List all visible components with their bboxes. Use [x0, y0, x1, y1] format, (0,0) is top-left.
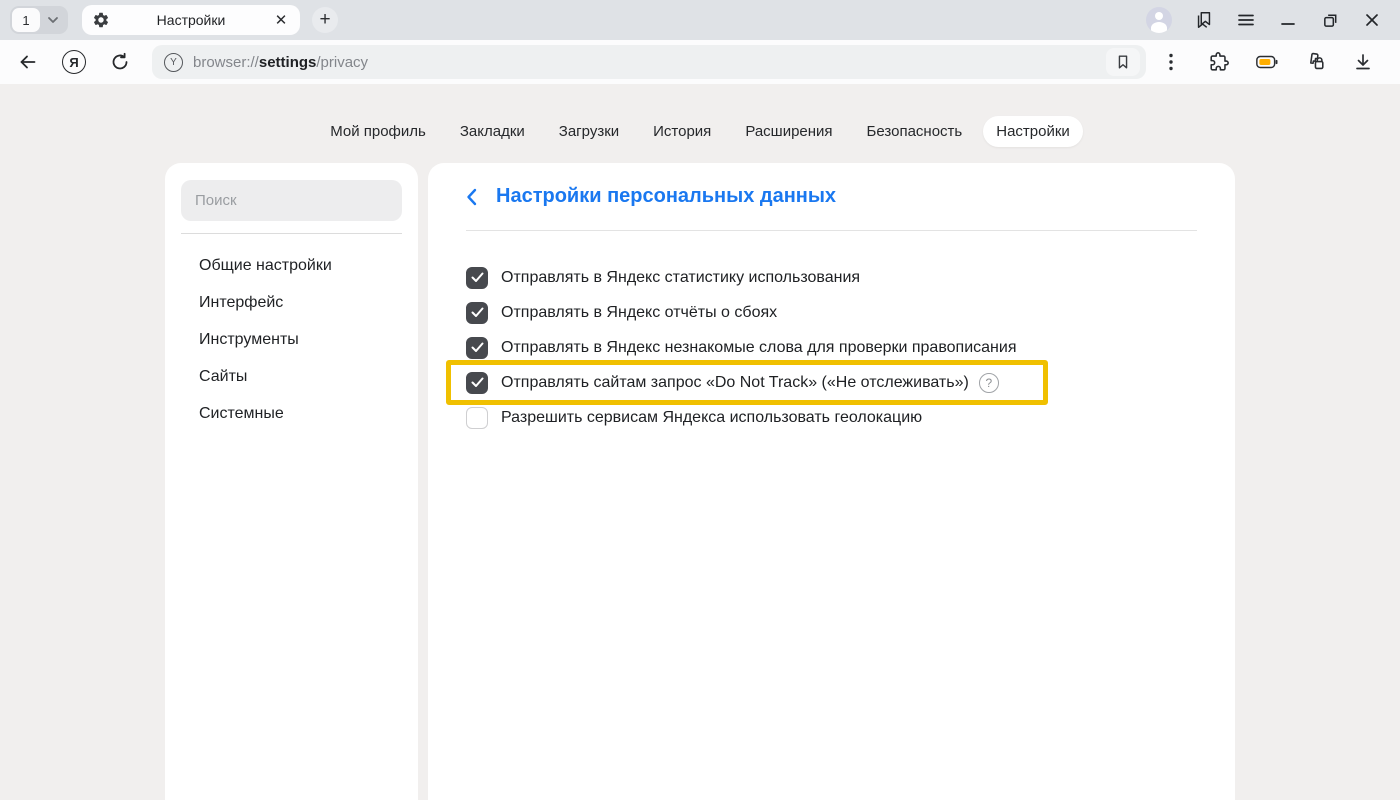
close-window-icon[interactable]: [1362, 10, 1382, 30]
sidebar-item-interface[interactable]: Интерфейс: [165, 284, 418, 321]
new-tab-button[interactable]: +: [312, 7, 338, 33]
search-input[interactable]: [181, 180, 402, 221]
menu-hamburger-icon[interactable]: [1236, 10, 1256, 30]
checkbox-spellcheck-words[interactable]: [466, 337, 488, 359]
restore-window-icon[interactable]: [1320, 10, 1340, 30]
tab-close-icon[interactable]: ✕: [272, 11, 290, 29]
tab-group-control: 1: [10, 6, 68, 34]
back-icon[interactable]: [14, 48, 42, 76]
checkbox-label: Отправлять в Яндекс статистику использов…: [501, 269, 860, 287]
downloads-icon[interactable]: [1352, 51, 1374, 73]
address-toolbar: Я Y browser://settings/privacy: [0, 40, 1400, 84]
checkbox-row-usage-stats[interactable]: Отправлять в Яндекс статистику использов…: [428, 260, 1235, 295]
nav-tab-settings[interactable]: Настройки: [983, 116, 1083, 147]
minimize-icon[interactable]: [1278, 10, 1298, 30]
url-suffix: /privacy: [316, 54, 368, 71]
passwords-key-icon[interactable]: [1304, 51, 1326, 73]
checkbox-do-not-track[interactable]: [466, 372, 488, 394]
checkbox-label: Разрешить сервисам Яндекса использовать …: [501, 409, 922, 427]
checkbox-label: Отправлять сайтам запрос «Do Not Track» …: [501, 374, 969, 392]
checkbox-crash-reports[interactable]: [466, 302, 488, 324]
sidebar-divider: [181, 233, 402, 234]
checkbox-row-geolocation[interactable]: Разрешить сервисам Яндекса использовать …: [428, 400, 1235, 435]
sidebar-item-general[interactable]: Общие настройки: [165, 247, 418, 284]
checkbox-geolocation[interactable]: [466, 407, 488, 429]
nav-tab-profile[interactable]: Мой профиль: [317, 116, 439, 147]
profile-avatar[interactable]: [1146, 7, 1172, 33]
url-highlight: settings: [259, 54, 317, 71]
avatar-head: [1155, 12, 1163, 20]
header-divider: [466, 230, 1197, 231]
bookmark-page-icon[interactable]: [1106, 48, 1140, 76]
settings-top-nav: Мой профиль Закладки Загрузки История Ра…: [0, 116, 1400, 147]
nav-tab-history[interactable]: История: [640, 116, 724, 147]
checkbox-list: Отправлять в Яндекс статистику использов…: [428, 260, 1235, 435]
tab-list-chevron-down-icon[interactable]: [40, 8, 66, 32]
tab-bar: 1 Настройки ✕ +: [0, 0, 1400, 40]
reload-icon[interactable]: [106, 48, 134, 76]
checkbox-row-crash-reports[interactable]: Отправлять в Яндекс отчёты о сбоях: [428, 295, 1235, 330]
privacy-settings-panel: Настройки персональных данных Отправлять…: [428, 163, 1235, 800]
address-bar[interactable]: Y browser://settings/privacy: [152, 45, 1146, 79]
sidebar-item-sites[interactable]: Сайты: [165, 358, 418, 395]
page-title: Настройки персональных данных: [496, 185, 836, 208]
nav-tab-bookmarks[interactable]: Закладки: [447, 116, 538, 147]
nav-tab-extensions[interactable]: Расширения: [732, 116, 845, 147]
nav-tab-downloads[interactable]: Загрузки: [546, 116, 632, 147]
sidebar-item-system[interactable]: Системные: [165, 395, 418, 432]
url-text: browser://settings/privacy: [193, 54, 368, 71]
side-panels-icon[interactable]: [1194, 10, 1214, 30]
extensions-puzzle-icon[interactable]: [1208, 51, 1230, 73]
settings-page: Мой профиль Закладки Загрузки История Ра…: [0, 84, 1400, 800]
avatar-body: [1151, 22, 1167, 33]
settings-gear-icon: [92, 11, 110, 29]
checkbox-label: Отправлять в Яндекс незнакомые слова для…: [501, 339, 1016, 357]
url-prefix: browser://: [193, 54, 259, 71]
do-not-track-highlight-box: Отправлять сайтам запрос «Do Not Track» …: [446, 360, 1048, 405]
active-tab[interactable]: Настройки ✕: [82, 5, 300, 35]
sidebar-item-tools[interactable]: Инструменты: [165, 321, 418, 358]
kebab-menu-icon[interactable]: [1160, 51, 1182, 73]
checkbox-usage-stats[interactable]: [466, 267, 488, 289]
checkbox-label: Отправлять в Яндекс отчёты о сбоях: [501, 304, 777, 322]
settings-sidebar: Общие настройки Интерфейс Инструменты Са…: [165, 163, 418, 800]
checkbox-row-do-not-track[interactable]: Отправлять сайтам запрос «Do Not Track» …: [451, 365, 1043, 400]
help-icon[interactable]: ?: [979, 373, 999, 393]
nav-tab-security[interactable]: Безопасность: [854, 116, 976, 147]
browser-window: 1 Настройки ✕ +: [0, 0, 1400, 800]
browser-protocol-icon: Y: [164, 53, 183, 72]
tab-count-badge[interactable]: 1: [12, 8, 40, 32]
tab-title: Настройки: [110, 12, 272, 28]
yandex-logo[interactable]: Я: [62, 50, 86, 74]
section-back-icon[interactable]: [466, 186, 482, 208]
battery-saver-icon[interactable]: [1256, 51, 1278, 73]
